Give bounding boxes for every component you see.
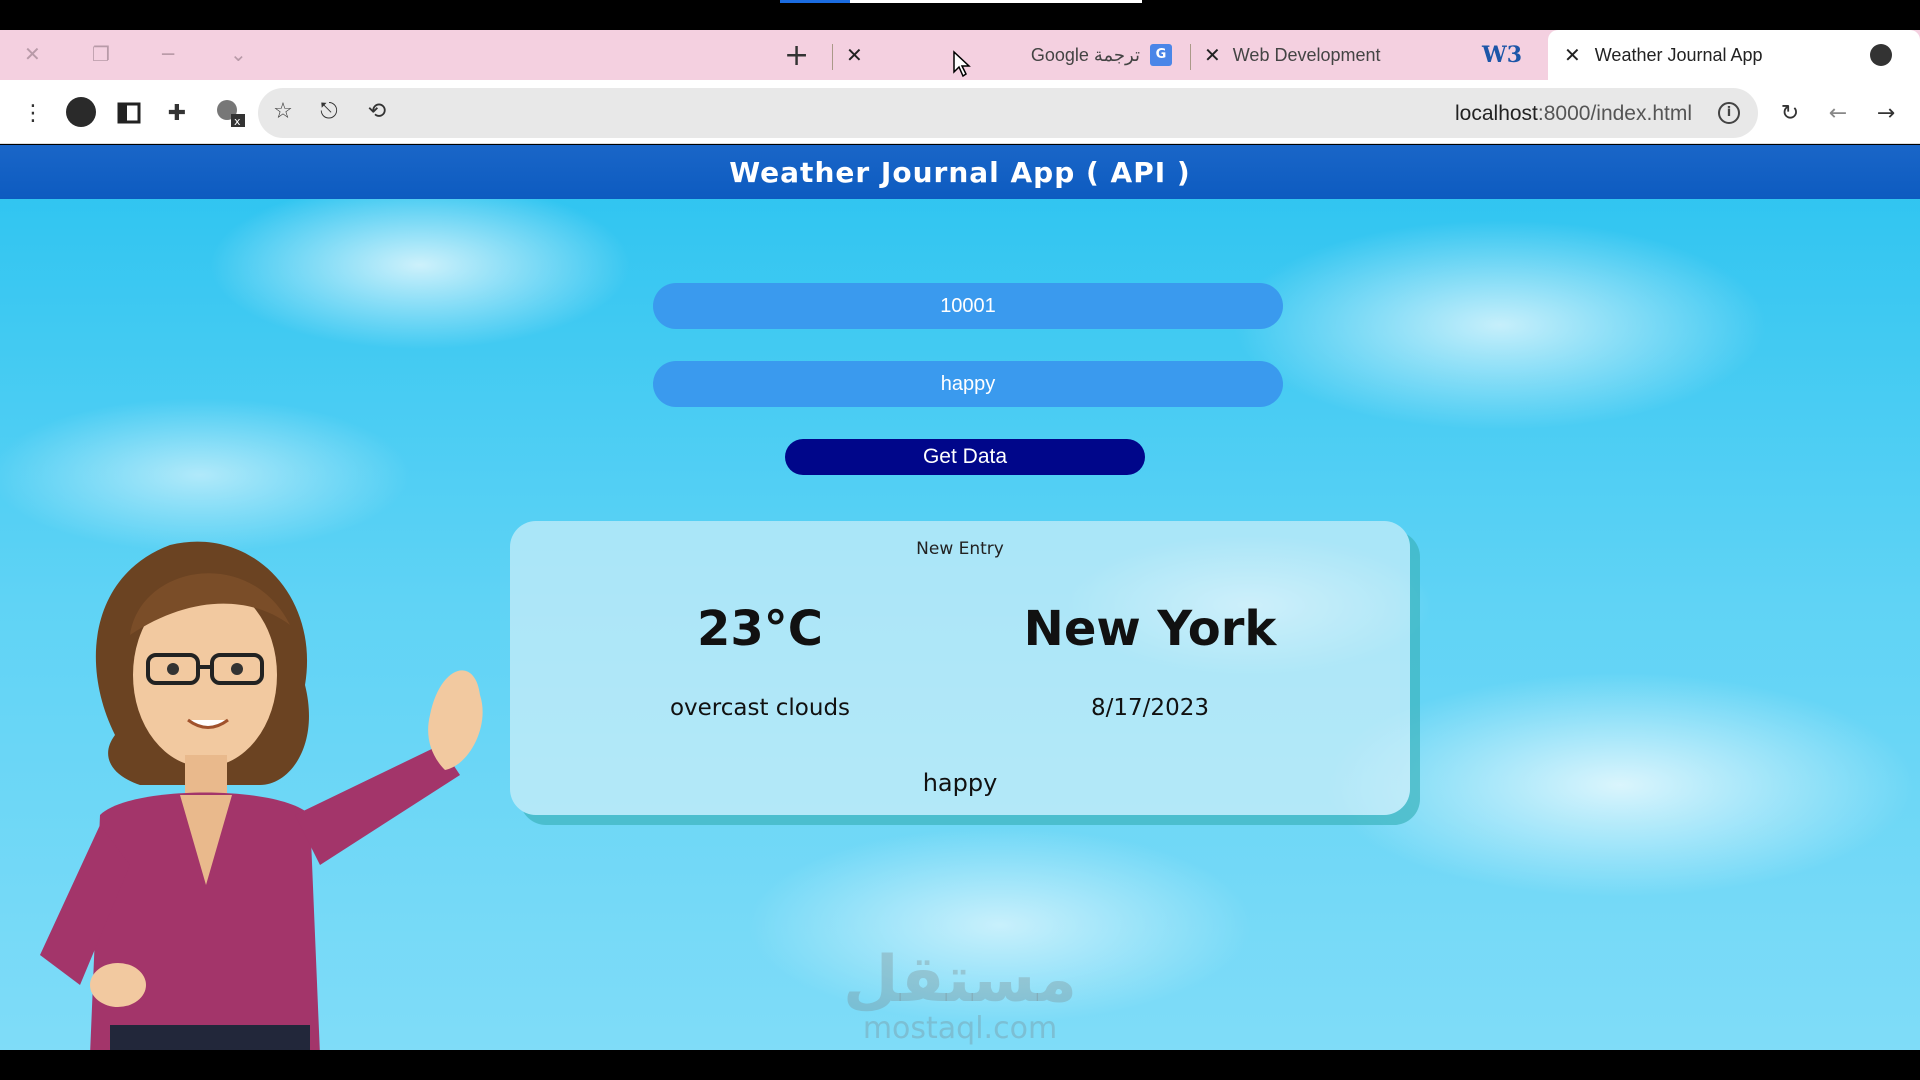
weather-description: overcast clouds: [669, 695, 851, 721]
tab-weather-journal[interactable]: ✕ Weather Journal App: [1548, 30, 1920, 80]
tab-title: Web Development: [1232, 44, 1381, 65]
watermark-arabic: مستقل: [842, 943, 1078, 1017]
page-title: Weather Journal App ( API ): [729, 155, 1191, 189]
extensions-puzzle-icon[interactable]: ✚: [164, 100, 190, 126]
top-strip: [0, 0, 1920, 30]
tab-separator: [1190, 44, 1191, 70]
entry-title: New Entry: [916, 539, 1004, 559]
zip-input[interactable]: [653, 283, 1283, 329]
url-host: localhost: [1455, 102, 1538, 125]
tab-title: Weather Journal App: [1594, 44, 1763, 65]
tab-google-translate[interactable]: ✕ Google ترجمة G: [846, 30, 1190, 80]
entry-date: 8/17/2023: [1091, 695, 1209, 721]
city-name: New York: [1023, 601, 1277, 657]
entry-feelings: happy: [922, 769, 998, 797]
loading-indicator: [780, 0, 850, 3]
window-close-icon[interactable]: ✕: [24, 42, 41, 66]
w3schools-icon: W3: [1481, 42, 1522, 68]
loading-indicator-track: [850, 0, 1142, 3]
menu-dots-icon[interactable]: ⋮: [20, 100, 46, 126]
svg-text:x: x: [234, 115, 241, 128]
bottom-strip: [0, 1050, 1920, 1080]
get-data-button[interactable]: Get Data: [785, 439, 1145, 475]
browser-toolbar: ⋮ ✚ x ☆ ⎋ ⟲ localhost:8000/index.html i …: [0, 80, 1920, 144]
tab-title: Google ترجمة: [1030, 44, 1140, 65]
extension-x-icon[interactable]: x: [212, 100, 248, 128]
app-header: Weather Journal App ( API ): [0, 145, 1920, 199]
mouse-cursor-icon: [953, 50, 971, 78]
tab-web-development[interactable]: ✕ Web Development W3: [1204, 30, 1538, 80]
google-translate-icon: G: [1150, 44, 1172, 66]
translate-page-icon[interactable]: ⟲: [364, 98, 390, 124]
globe-icon: [1870, 44, 1892, 66]
tab-close-icon[interactable]: ✕: [846, 43, 863, 67]
sidebar-icon[interactable]: [116, 100, 142, 126]
address-bar[interactable]: ☆ ⎋ ⟲ localhost:8000/index.html i: [258, 88, 1758, 138]
url-text[interactable]: localhost:8000/index.html: [1455, 102, 1692, 126]
share-icon[interactable]: ⎋: [316, 98, 342, 124]
bookmark-star-icon[interactable]: ☆: [270, 98, 296, 124]
entry-card: New Entry 23°C New York overcast clouds …: [510, 521, 1410, 815]
tab-close-icon[interactable]: ✕: [1564, 43, 1581, 67]
tab-close-icon[interactable]: ✕: [1204, 43, 1221, 67]
reload-icon[interactable]: ↻: [1777, 100, 1803, 126]
profile-avatar[interactable]: [66, 97, 96, 127]
tab-list-chevron-icon[interactable]: ⌄: [230, 42, 247, 66]
site-info-icon[interactable]: i: [1718, 102, 1740, 124]
screen: ✕ ❐ ─ ⌄ + ✕ Google ترجمة G ✕ Web Develop…: [0, 0, 1920, 1080]
window-minimize-icon[interactable]: ─: [162, 42, 174, 66]
back-arrow-icon[interactable]: ←: [1825, 100, 1851, 126]
feelings-input[interactable]: [653, 361, 1283, 407]
tab-separator: [832, 44, 833, 70]
watermark-latin: mostaql.com: [862, 1011, 1058, 1046]
window-restore-icon[interactable]: ❐: [92, 42, 110, 66]
page-content: Weather Journal App ( API ) Get Data New…: [0, 145, 1920, 1050]
cartoon-woman-illustration: [40, 541, 483, 1050]
temperature-value: 23°C: [696, 601, 824, 657]
forward-arrow-icon[interactable]: →: [1873, 100, 1899, 126]
url-path: :8000/index.html: [1537, 102, 1692, 125]
mostaql-watermark-logo: مستقل mostaql.com: [842, 943, 1078, 1046]
new-tab-plus-icon[interactable]: +: [784, 38, 809, 73]
